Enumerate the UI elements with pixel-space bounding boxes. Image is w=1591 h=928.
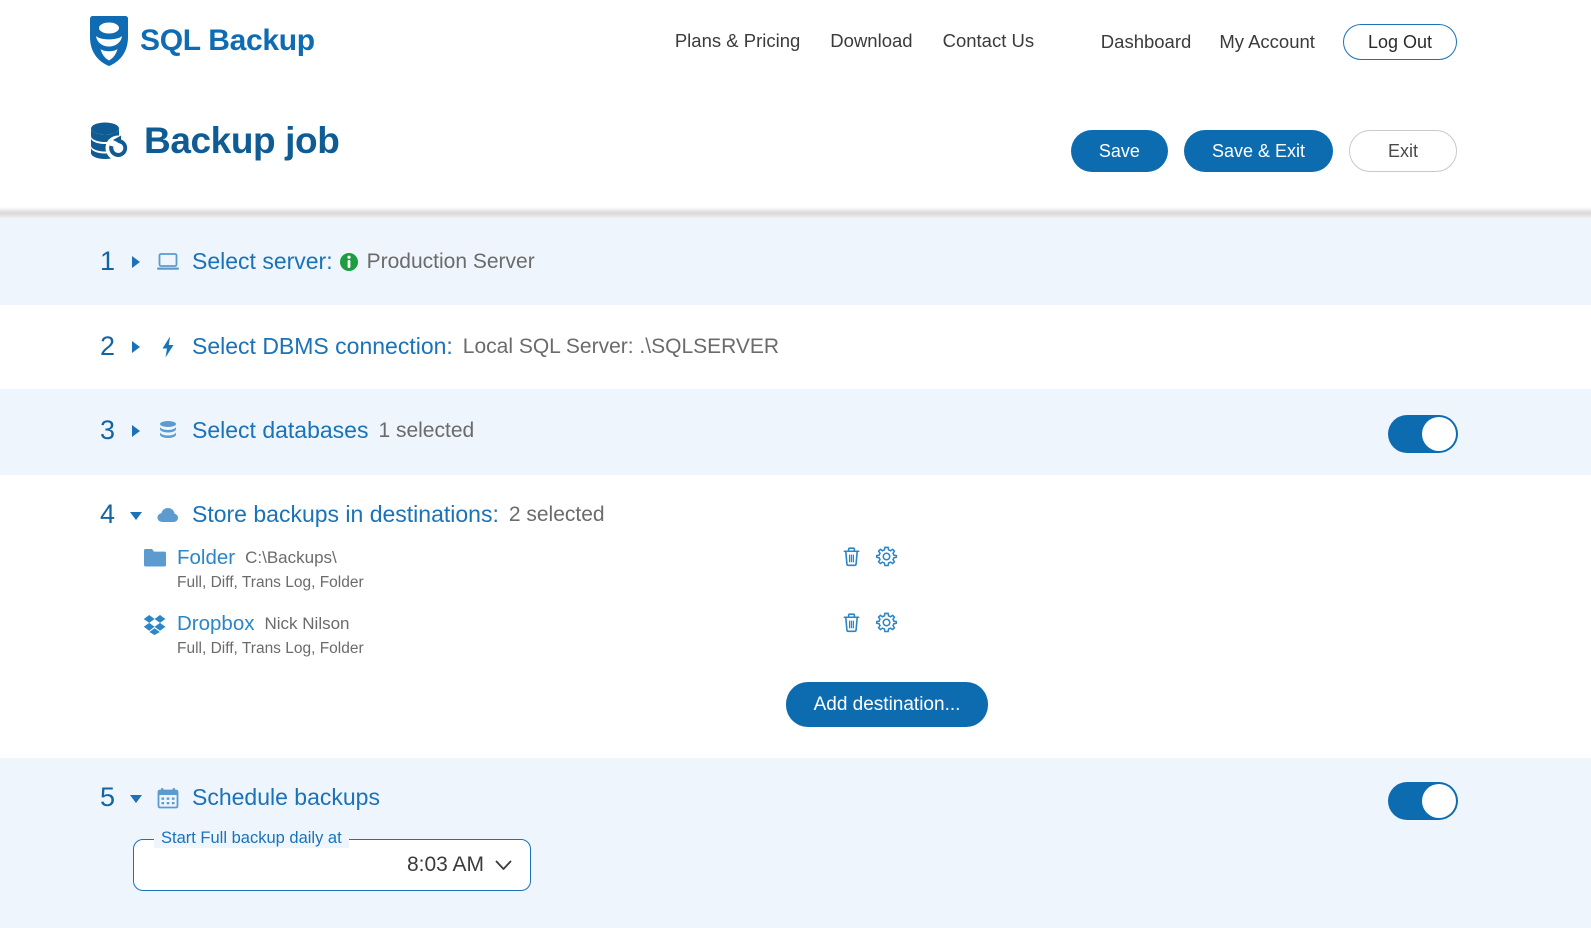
- account-navigation: Dashboard My Account Log Out: [1101, 24, 1457, 60]
- toggle-knob: [1422, 784, 1456, 818]
- step-label: Select server:: [192, 248, 333, 274]
- page-title: Backup job: [144, 120, 340, 161]
- step-store-backups-destinations: 4 Store backups in destinations: 2 selec…: [0, 475, 1591, 758]
- caret-right-icon[interactable]: [128, 339, 144, 355]
- chevron-down-icon[interactable]: [495, 860, 512, 871]
- nav-dashboard[interactable]: Dashboard: [1101, 31, 1192, 53]
- destination-item-folder: Folder C:\Backups\ Full, Diff, Trans Log…: [143, 546, 1591, 592]
- destination-detail: C:\Backups\: [245, 548, 337, 567]
- database-backup-icon: [91, 122, 130, 161]
- step-schedule-backups: 5 Schedule backups Start Full backup dai…: [0, 758, 1591, 928]
- step-number: 2: [100, 331, 116, 361]
- brand-name: SQL Backup: [140, 24, 315, 57]
- destination-backup-types: Full, Diff, Trans Log, Folder: [177, 640, 364, 657]
- step-label: Store backups in destinations:: [192, 501, 499, 527]
- gear-icon[interactable]: [876, 612, 897, 633]
- nav-download[interactable]: Download: [830, 30, 912, 52]
- caret-down-icon[interactable]: [128, 507, 144, 523]
- step-value: Production Server: [366, 249, 535, 273]
- schedule-body: Start Full backup daily at 8:03 AM: [0, 829, 1591, 891]
- save-button[interactable]: Save: [1070, 130, 1168, 172]
- logout-button[interactable]: Log Out: [1342, 24, 1457, 60]
- step-value: Local SQL Server: .\SQLSERVER: [462, 334, 780, 358]
- start-time-field[interactable]: Start Full backup daily at 8:03 AM: [133, 829, 531, 891]
- step-value: 1 selected: [378, 418, 475, 442]
- destination-detail: Nick Nilson: [264, 614, 350, 633]
- start-time-label: Start Full backup daily at: [154, 829, 349, 848]
- page-header: Backup job Save Save & Exit Exit Account…: [0, 82, 1591, 279]
- nav-plans-pricing[interactable]: Plans & Pricing: [675, 30, 800, 52]
- destination-tools: [841, 612, 897, 633]
- main-navigation: Plans & Pricing Download Contact Us: [675, 30, 1034, 52]
- step-value: 2 selected: [508, 502, 605, 526]
- top-navigation-bar: SQL Backup Plans & Pricing Download Cont…: [0, 0, 1591, 82]
- database-stack-icon: [160, 420, 176, 438]
- nav-contact-us[interactable]: Contact Us: [943, 30, 1035, 52]
- gear-icon[interactable]: [876, 546, 897, 567]
- step-number: 5: [100, 782, 116, 812]
- cloud-icon: [157, 507, 178, 522]
- step-number: 4: [100, 499, 116, 529]
- add-destination-button[interactable]: Add destination...: [785, 682, 989, 727]
- trash-icon[interactable]: [841, 546, 862, 567]
- backup-job-page: SQL Backup Plans & Pricing Download Cont…: [0, 0, 1591, 928]
- destination-name[interactable]: Folder: [177, 546, 235, 570]
- exit-button[interactable]: Exit: [1348, 130, 1457, 172]
- trash-icon[interactable]: [841, 612, 862, 633]
- toggle-select-databases[interactable]: [1388, 415, 1458, 453]
- destination-backup-types: Full, Diff, Trans Log, Folder: [177, 574, 364, 591]
- step-header-schedule[interactable]: 5 Schedule backups: [0, 758, 1591, 813]
- step-number: 1: [100, 246, 116, 276]
- step-select-dbms-connection[interactable]: 2 Select DBMS connection: Local SQL Serv…: [0, 305, 1591, 389]
- laptop-icon: [157, 252, 179, 270]
- lightning-bolt-icon: [162, 336, 174, 357]
- start-time-value: 8:03 AM: [406, 853, 484, 876]
- destination-item-dropbox: Dropbox Nick Nilson Full, Diff, Trans Lo…: [143, 612, 1591, 658]
- step-header-destinations[interactable]: 4 Store backups in destinations: 2 selec…: [0, 475, 1591, 530]
- info-circle-icon[interactable]: [339, 252, 359, 272]
- step-number: 3: [100, 415, 116, 445]
- destination-tools: [841, 546, 897, 567]
- shield-logo-icon: [90, 16, 128, 66]
- action-buttons: Save Save & Exit Exit: [1070, 130, 1457, 172]
- caret-right-icon[interactable]: [128, 423, 144, 439]
- backup-job-steps: 1 Select server: Production Server 2 Sel…: [0, 218, 1591, 928]
- brand-logo-link[interactable]: SQL Backup: [88, 15, 315, 67]
- step-select-databases[interactable]: 3 Select databases 1 selected: [0, 389, 1591, 475]
- nav-my-account[interactable]: My Account: [1219, 31, 1315, 53]
- step-label: Select databases: [192, 417, 369, 443]
- destination-name[interactable]: Dropbox: [177, 612, 255, 636]
- folder-icon: [144, 549, 166, 567]
- caret-down-icon[interactable]: [128, 790, 144, 806]
- step-label: Select DBMS connection:: [192, 333, 453, 359]
- header-divider: [0, 207, 1591, 218]
- calendar-icon: [157, 787, 179, 808]
- destination-list: Folder C:\Backups\ Full, Diff, Trans Log…: [0, 546, 1591, 727]
- step-label: Schedule backups: [192, 784, 380, 810]
- page-title-group: Backup job: [88, 120, 340, 162]
- step-select-server[interactable]: 1 Select server: Production Server: [0, 218, 1591, 305]
- save-and-exit-button[interactable]: Save & Exit: [1183, 130, 1333, 172]
- toggle-knob: [1422, 417, 1456, 451]
- dropbox-icon: [143, 615, 166, 635]
- toggle-schedule-backups[interactable]: [1388, 782, 1458, 820]
- add-destination-row: Add destination...: [143, 682, 1591, 727]
- caret-right-icon[interactable]: [128, 254, 144, 270]
